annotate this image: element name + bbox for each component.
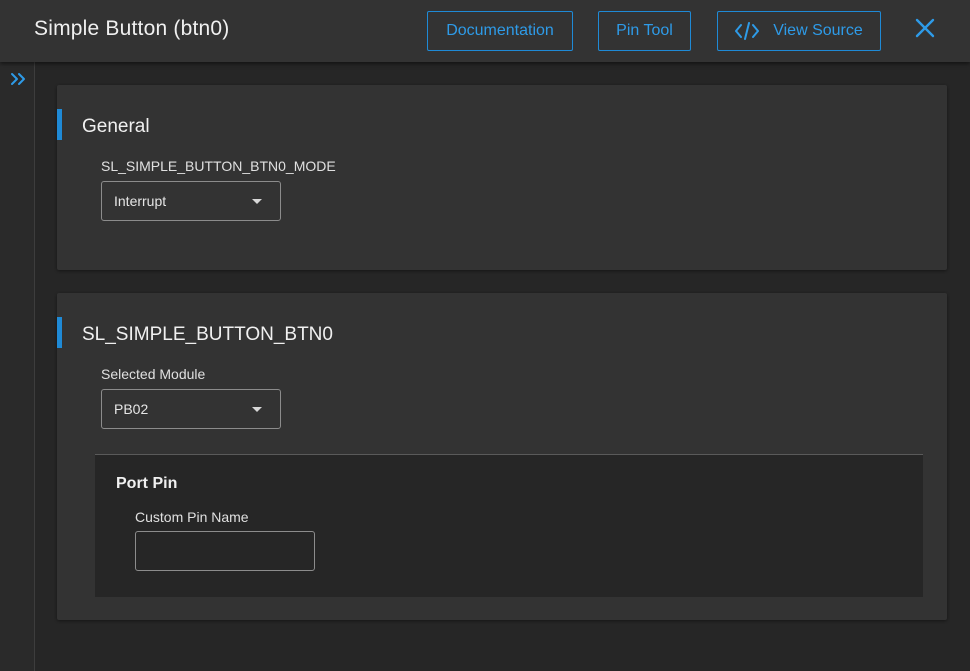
mode-select[interactable]: Interrupt [101, 181, 281, 221]
selected-module-label: Selected Module [101, 366, 206, 382]
editor-header: Simple Button (btn0) Documentation Pin T… [0, 0, 970, 62]
double-chevron-right-icon[interactable] [9, 70, 27, 88]
mode-label: SL_SIMPLE_BUTTON_BTN0_MODE [101, 158, 336, 174]
component-editor-window: Simple Button (btn0) Documentation Pin T… [0, 0, 970, 671]
mode-select-value: Interrupt [114, 193, 167, 209]
pin-tool-button-label: Pin Tool [616, 22, 673, 39]
btn0-section: SL_SIMPLE_BUTTON_BTN0 Selected Module PB… [57, 293, 947, 620]
view-source-button[interactable]: View Source [717, 11, 881, 51]
view-source-button-label: View Source [773, 22, 863, 39]
general-section-title: General [82, 116, 150, 137]
pin-tool-button[interactable]: Pin Tool [598, 11, 691, 51]
close-button[interactable] [909, 14, 941, 46]
custom-pin-name-input[interactable] [135, 531, 315, 571]
documentation-button-label: Documentation [446, 22, 554, 39]
port-pin-title: Port Pin [116, 475, 178, 492]
section-accent-bar [57, 109, 62, 140]
caret-down-icon [252, 199, 262, 204]
selected-module-select[interactable]: PB02 [101, 389, 281, 429]
sidebar [0, 62, 35, 671]
caret-down-icon [252, 407, 262, 412]
close-icon [915, 18, 935, 43]
custom-pin-name-label: Custom Pin Name [135, 509, 249, 525]
documentation-button[interactable]: Documentation [427, 11, 573, 51]
btn0-section-title: SL_SIMPLE_BUTTON_BTN0 [82, 324, 333, 345]
general-section: General SL_SIMPLE_BUTTON_BTN0_MODE Inter… [57, 85, 947, 270]
section-accent-bar [57, 317, 62, 348]
selected-module-value: PB02 [114, 401, 149, 417]
port-pin-panel: Port Pin Custom Pin Name [95, 454, 923, 597]
code-icon [735, 22, 760, 40]
page-title: Simple Button (btn0) [34, 17, 230, 40]
